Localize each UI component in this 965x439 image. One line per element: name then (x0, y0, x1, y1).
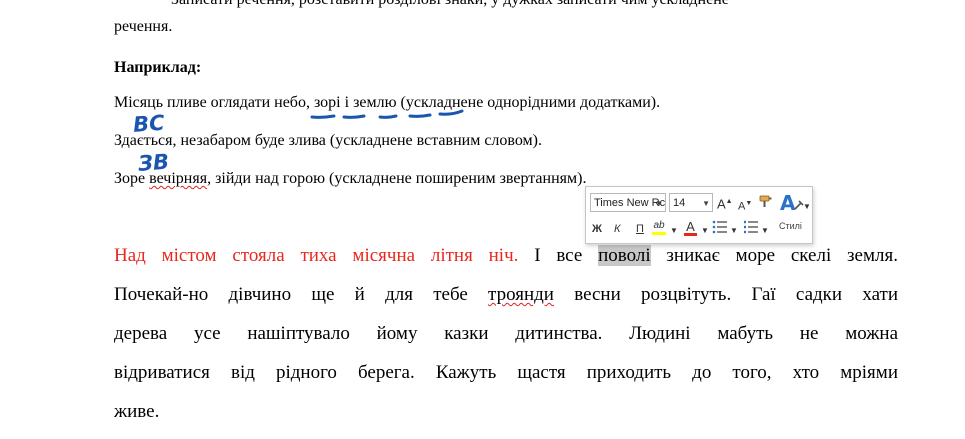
format-painter-icon (759, 195, 772, 207)
example-sentence-1: Місяць пливе оглядати небо, зорі і землю… (114, 93, 660, 113)
ink-dash (310, 114, 336, 119)
grow-font-label: A (717, 196, 726, 212)
font-color-chevron-down-icon[interactable]: ▼ (701, 223, 709, 239)
chevron-down-icon[interactable]: ▼ (702, 194, 710, 213)
para1-text-c: зникає море скелі земля. (650, 245, 898, 266)
styles-chevron-down-icon[interactable]: ▼ (803, 199, 811, 215)
para1-text-b: І все (518, 245, 599, 266)
italic-button[interactable]: К (614, 221, 620, 237)
ink-dash (408, 113, 432, 118)
format-painter-button[interactable] (758, 193, 774, 213)
spelling-error-word[interactable]: вечірняя (149, 170, 207, 187)
bullet-list-icon (712, 220, 727, 234)
bold-button[interactable]: Ж (592, 221, 602, 237)
ex1-text-a: Місяць пливе оглядати (114, 94, 275, 111)
example-sentence-2: Здається, незабаром буде злива (ускладне… (114, 132, 542, 149)
instruction-line-1: Записати речення, розставити розділові з… (171, 0, 729, 10)
exercise-paragraph-line-3: дерева усе нашіптувало йому казки дитинс… (114, 323, 898, 344)
numbering-button[interactable] (743, 220, 759, 238)
highlight-label: ab (653, 220, 665, 231)
spelling-error-word-2[interactable]: троянди (488, 284, 554, 305)
ex3-text-a: Зоре (114, 170, 150, 187)
chevron-down-icon[interactable]: ▼ (655, 194, 663, 211)
exercise-paragraph-line-4: відриватися від рідного берега. Кажуть щ… (114, 362, 898, 383)
grow-font-button[interactable]: A▲ (717, 194, 733, 212)
para2-text-a: Почекай-но дівчино ще й для тебе (114, 284, 489, 305)
para2-text-c: весни розцвітуть. Гаї садки хати (553, 284, 898, 305)
styles-label: Стилі (779, 221, 802, 231)
example-heading: Наприклад: (114, 59, 202, 76)
numbering-chevron-down-icon[interactable]: ▼ (761, 223, 769, 239)
ink-dash (342, 114, 366, 119)
styles-icon: A (780, 191, 804, 215)
font-name-box[interactable]: Times New Rc ▼ (590, 193, 666, 212)
highlight-color-bar (652, 232, 666, 235)
bullets-chevron-down-icon[interactable]: ▼ (730, 223, 738, 239)
italic-label: К (614, 223, 621, 235)
highlight-button[interactable]: ab (652, 218, 666, 235)
underline-label: П (636, 223, 644, 235)
ex1-text-c: (ускладнене однорідними додатками). (396, 94, 661, 111)
styles-button[interactable]: A (777, 189, 805, 221)
mini-toolbar: Times New Rc ▼ 14 ▼ A▲ A▼ A ▼ Ж К П ab ▼… (585, 186, 813, 244)
example-sentence-3: Зоре вечірняя, зійди над горою (ускладне… (114, 169, 586, 189)
font-color-label: A (686, 219, 695, 234)
ex1-text-b: небо, зорі і землю (274, 94, 397, 111)
svg-text:A: A (780, 191, 796, 215)
bold-label: Ж (592, 223, 602, 235)
font-color-button[interactable]: A (684, 219, 697, 236)
bullets-button[interactable] (712, 220, 728, 238)
instruction-line-2: речення. (114, 18, 173, 35)
underline-button[interactable]: П (636, 221, 644, 237)
shrink-font-button[interactable]: A▼ (738, 196, 752, 215)
selected-word[interactable]: поволі (598, 245, 651, 266)
highlight-chevron-down-icon[interactable]: ▼ (670, 223, 678, 239)
numbered-list-icon (744, 220, 758, 234)
font-size-box[interactable]: 14 ▼ (669, 193, 713, 212)
ex3-text-c: , зійди над горою (ускладнене поширеним … (207, 170, 587, 187)
exercise-paragraph-line-2: Почекай-но дівчино ще й для тебе троянди… (114, 275, 898, 314)
font-size-value: 14 (673, 197, 686, 209)
red-sentence: Над містом стояла тиха місячна літня ніч… (114, 245, 519, 266)
ink-dash (378, 114, 398, 119)
exercise-paragraph-line-5: живе. (114, 401, 160, 422)
